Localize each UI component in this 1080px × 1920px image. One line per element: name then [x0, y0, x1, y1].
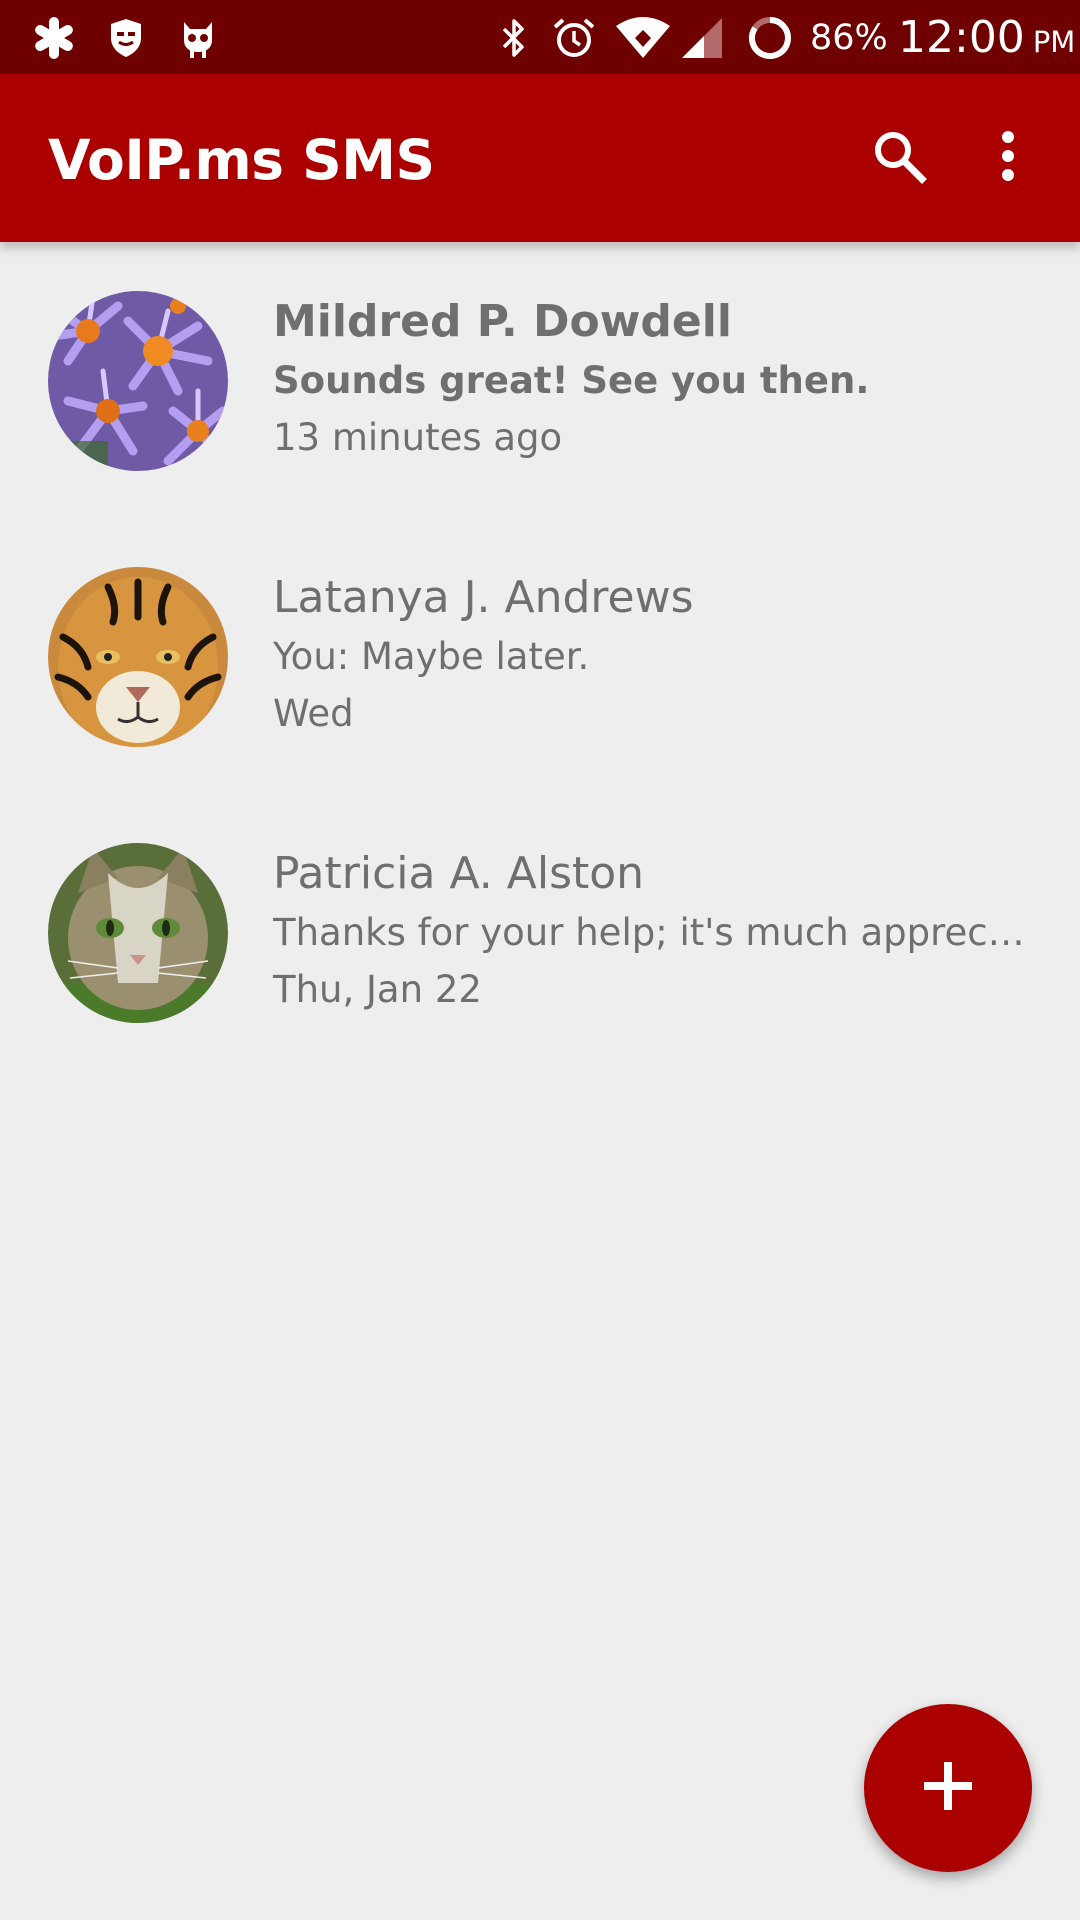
- message-date: 13 minutes ago: [273, 416, 563, 459]
- search-icon: [870, 127, 928, 189]
- contact-name: Latanya J. Andrews: [273, 572, 694, 623]
- contact-avatar[interactable]: [48, 567, 228, 747]
- battery-icon: [746, 14, 794, 62]
- cell-signal-icon: [680, 16, 724, 64]
- conversation-item[interactable]: Patricia A. Alston Thanks for your help;…: [0, 794, 1080, 1070]
- clock-ampm: PM: [1032, 25, 1076, 59]
- plus-icon: [908, 1746, 988, 1830]
- alarm-icon: [550, 14, 598, 62]
- app-title: VoIP.ms SMS: [48, 128, 435, 192]
- app-bar: VoIP.ms SMS: [0, 74, 1080, 242]
- clock-time: 12:00: [898, 12, 1025, 63]
- contact-avatar[interactable]: [48, 843, 228, 1023]
- cat-photo: [48, 843, 228, 1023]
- clock: 12:00 PM: [898, 0, 1075, 80]
- conversation-list: Mildred P. Dowdell Sounds great! See you…: [0, 242, 1080, 1070]
- message-snippet: Thanks for your help; it's much appreci…: [273, 911, 1033, 954]
- contact-name: Mildred P. Dowdell: [273, 296, 732, 347]
- purple-daisies-photo: [48, 291, 228, 471]
- conversation-item[interactable]: Mildred P. Dowdell Sounds great! See you…: [0, 242, 1080, 518]
- message-snippet: Sounds great! See you then.: [273, 359, 870, 402]
- conversation-item[interactable]: Latanya J. Andrews You: Maybe later. Wed: [0, 518, 1080, 794]
- tiger-photo: [48, 567, 228, 747]
- status-bar: 86% 12:00 PM: [0, 0, 1080, 74]
- more-options-button[interactable]: [970, 120, 1046, 196]
- shield-notification-icon: [102, 14, 150, 62]
- asterisk-notification-icon: [30, 14, 78, 62]
- new-conversation-button[interactable]: [864, 1704, 1032, 1872]
- conversation-text: Latanya J. Andrews You: Maybe later. Wed: [273, 568, 1033, 742]
- message-snippet: You: Maybe later.: [273, 635, 590, 678]
- more-vert-icon: [998, 130, 1018, 186]
- contact-name: Patricia A. Alston: [273, 848, 645, 899]
- message-date: Thu, Jan 22: [273, 968, 482, 1011]
- battery-percentage: 86%: [810, 18, 888, 58]
- conversation-text: Patricia A. Alston Thanks for your help;…: [273, 844, 1033, 1018]
- android-notification-icon: [174, 14, 222, 62]
- message-date: Wed: [273, 692, 354, 735]
- conversation-text: Mildred P. Dowdell Sounds great! See you…: [273, 292, 1033, 466]
- wifi-icon: [614, 16, 672, 64]
- contact-avatar[interactable]: [48, 291, 228, 471]
- bluetooth-icon: [490, 14, 538, 62]
- search-button[interactable]: [861, 120, 937, 196]
